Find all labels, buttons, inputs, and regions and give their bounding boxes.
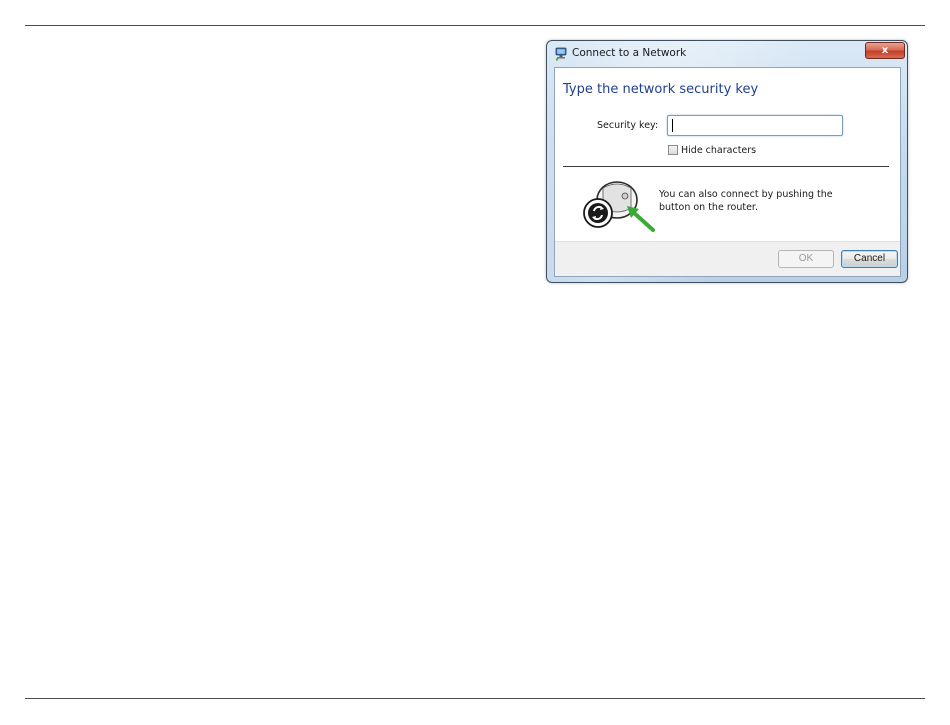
text-caret — [672, 119, 673, 132]
page-top-rule — [25, 25, 925, 26]
page-bottom-rule — [25, 698, 925, 699]
dialog-title: Connect to a Network — [572, 47, 687, 59]
wps-instruction-line-1: You can also connect by pushing the — [659, 189, 833, 200]
connect-to-network-dialog: Connect to a Network x Type the network … — [546, 40, 908, 283]
hide-characters-label[interactable]: Hide characters — [681, 145, 756, 156]
wps-instruction-line-2: button on the router. — [659, 202, 758, 213]
close-icon: x — [881, 45, 889, 56]
hide-characters-checkbox[interactable] — [668, 145, 678, 155]
ok-button[interactable]: OK — [778, 250, 834, 268]
cancel-button[interactable]: Cancel — [841, 250, 898, 268]
section-divider — [563, 166, 889, 167]
close-button[interactable]: x — [865, 42, 905, 59]
dialog-content: Type the network security key Security k… — [554, 67, 901, 277]
dialog-footer: OK Cancel — [555, 241, 900, 276]
network-connect-icon — [555, 47, 567, 61]
wps-router-button-icon — [583, 181, 655, 232]
security-key-input[interactable] — [667, 115, 843, 136]
security-key-label: Security key: — [597, 120, 659, 131]
dialog-heading: Type the network security key — [563, 82, 759, 97]
title-bar[interactable]: Connect to a Network x — [547, 41, 907, 67]
